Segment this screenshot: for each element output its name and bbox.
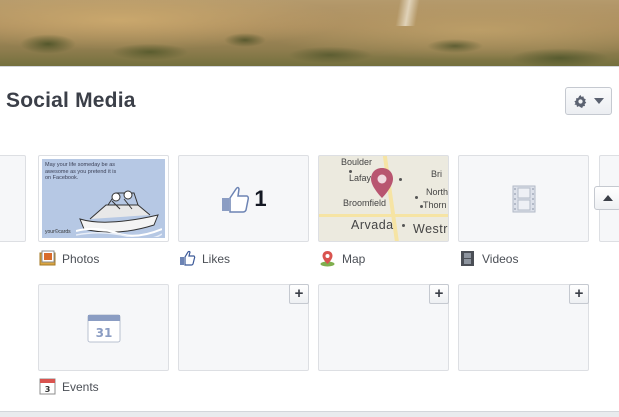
map-place-label: North — [426, 187, 449, 197]
section-title: Social Media — [6, 89, 136, 112]
map-label-link[interactable]: Map — [319, 250, 365, 267]
map-place-dot — [415, 196, 418, 199]
events-label: Events — [62, 379, 99, 394]
events-icon-day: 3 — [45, 385, 51, 394]
map-place-label: Broomfield — [343, 198, 387, 208]
empty-app-slot: + — [318, 284, 449, 371]
add-app-button[interactable]: + — [289, 284, 309, 304]
ecard-logo: your©cards — [45, 229, 71, 235]
map-road — [319, 214, 448, 217]
likes-tile[interactable]: 1 — [178, 155, 309, 242]
videos-tile[interactable] — [458, 155, 589, 242]
map-place-label: Bri — [431, 169, 442, 179]
film-strip-icon — [512, 185, 535, 212]
scroll-up-button[interactable] — [594, 186, 619, 210]
gear-icon — [573, 94, 586, 108]
cover-photo — [0, 0, 619, 66]
photos-label: Photos — [62, 251, 100, 266]
add-app-button[interactable]: + — [429, 284, 449, 304]
videos-label-link[interactable]: Videos — [459, 250, 518, 267]
panel-bottom-border — [0, 411, 619, 417]
videos-icon — [461, 251, 474, 266]
map-place-dot — [399, 178, 402, 181]
chevron-down-icon — [593, 98, 604, 104]
add-app-button[interactable]: + — [569, 284, 589, 304]
events-tile[interactable]: 31 — [38, 284, 169, 371]
likes-label: Likes — [202, 251, 231, 266]
likes-icon — [180, 250, 196, 266]
map-place-label: Westr — [413, 222, 448, 236]
map-place-dot — [402, 224, 405, 227]
map-label: Map — [342, 251, 366, 266]
empty-app-slot: + — [178, 284, 309, 371]
likes-label-link[interactable]: Likes — [179, 250, 230, 267]
boat-illustration — [76, 190, 162, 237]
thumbs-up-icon — [222, 186, 250, 213]
settings-dropdown-button[interactable] — [565, 87, 612, 115]
map-place-label: Arvada — [351, 218, 394, 232]
videos-label: Videos — [482, 251, 519, 266]
previous-app-tile[interactable] — [0, 155, 26, 242]
map-place-label: Thorn — [423, 200, 447, 210]
map-pin-icon — [371, 168, 393, 198]
events-label-link[interactable]: 3 Events — [39, 378, 99, 395]
map-icon — [320, 251, 335, 267]
events-icon: 3 — [39, 378, 56, 395]
chevron-up-icon — [602, 195, 613, 201]
photos-icon — [39, 250, 56, 266]
map-place-label: Boulder — [341, 157, 373, 167]
empty-app-slot: + — [458, 284, 589, 371]
photo-thumbnail: May your life someday be as awesome as y… — [42, 159, 165, 238]
calendar-icon: 31 — [87, 314, 120, 342]
map-place-dot — [420, 205, 423, 208]
photos-tile[interactable]: May your life someday be as awesome as y… — [38, 155, 169, 242]
calendar-day-number: 31 — [95, 326, 112, 340]
photos-label-link[interactable]: Photos — [39, 250, 99, 267]
likes-count: 1 — [254, 185, 267, 211]
map-tile[interactable]: Boulder Lafayette Bri North Broomfield T… — [318, 155, 449, 242]
